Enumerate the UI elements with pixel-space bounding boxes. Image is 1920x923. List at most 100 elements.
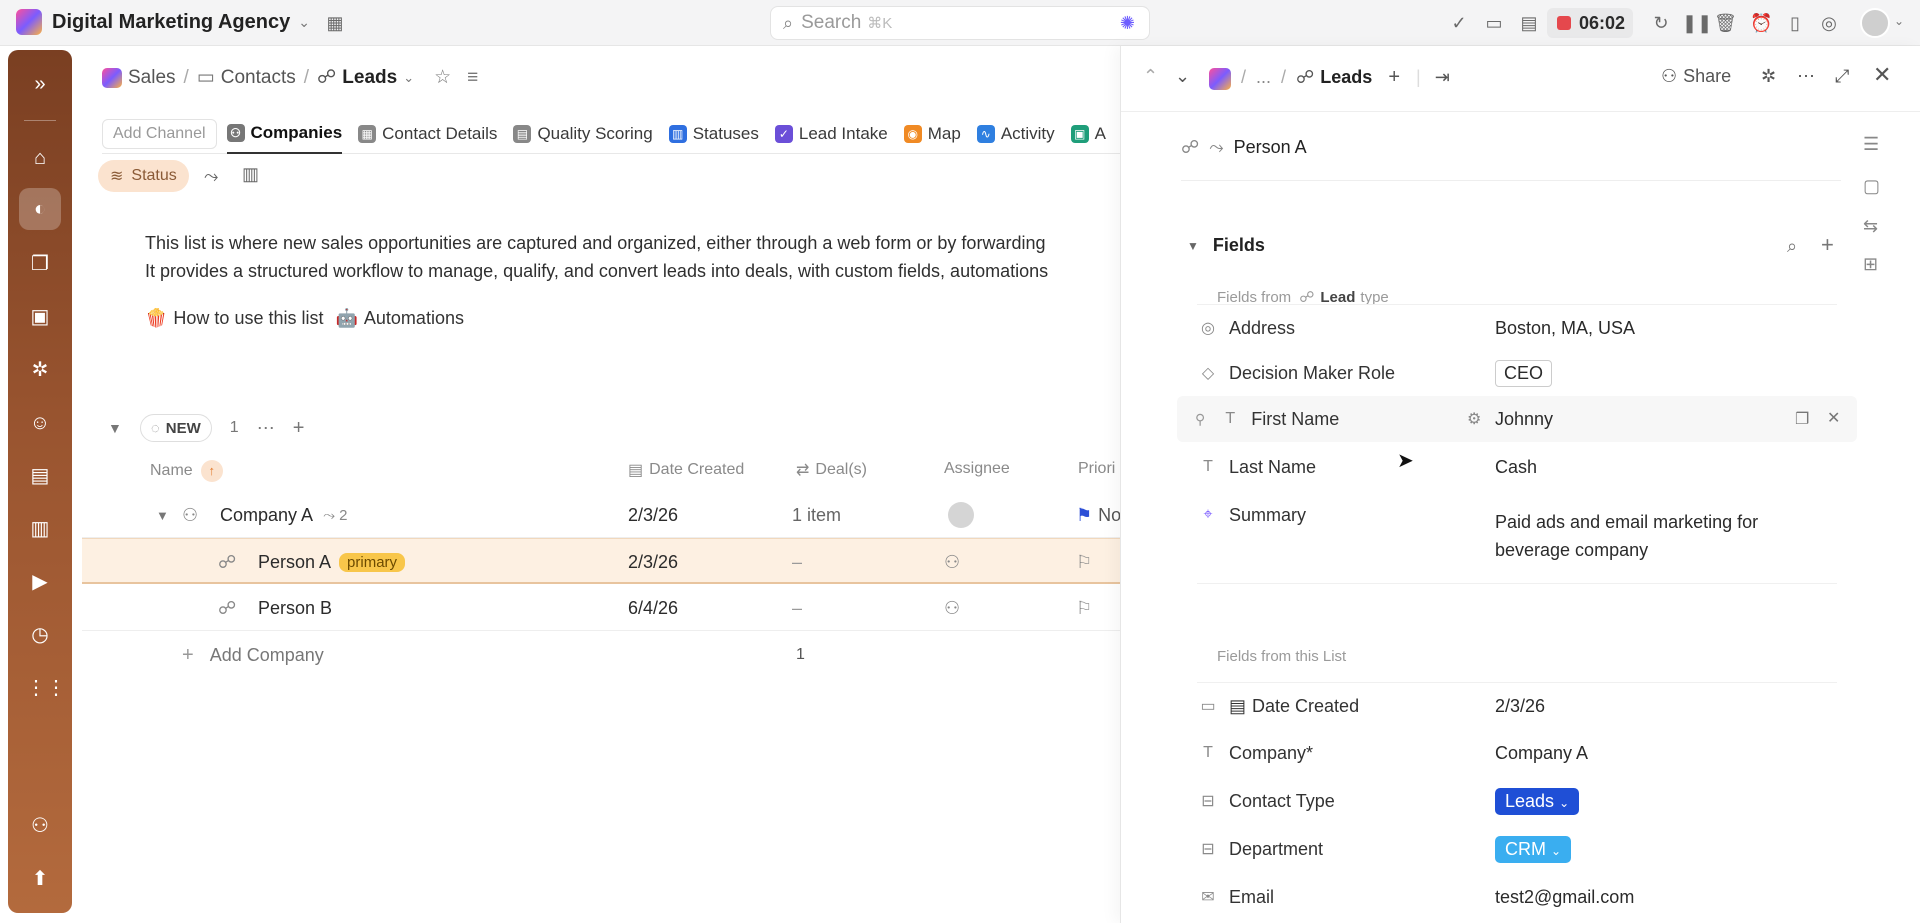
column-header-priority[interactable]: Priori bbox=[1078, 460, 1115, 478]
assign-user-icon[interactable]: ⚇ bbox=[944, 585, 960, 631]
breadcrumb-leads[interactable]: Leads bbox=[342, 67, 397, 89]
field-value[interactable]: Boston, MA, USA bbox=[1495, 305, 1635, 351]
field-value[interactable]: CEO bbox=[1495, 359, 1553, 387]
calendar-icon[interactable]: ▣ bbox=[26, 303, 54, 331]
add-icon[interactable]: + bbox=[1388, 66, 1400, 89]
automations-link[interactable]: Automations bbox=[364, 308, 464, 329]
apps-icon[interactable]: ◎ bbox=[1818, 12, 1840, 34]
status-filter-chip[interactable]: ≋ Status bbox=[98, 160, 189, 192]
chevron-down-icon[interactable]: ⌄ bbox=[1894, 14, 1904, 28]
tab-activity[interactable]: ∿ Activity bbox=[976, 114, 1055, 154]
field-company[interactable]: T Company* Company A bbox=[1197, 730, 1837, 776]
row-name[interactable]: Person B bbox=[258, 585, 332, 631]
chevron-down-icon[interactable]: ⌄ bbox=[403, 70, 414, 86]
document-icon[interactable]: ▤ bbox=[26, 462, 54, 490]
ai-brain-icon[interactable]: ✲ bbox=[26, 356, 54, 384]
field-date-created[interactable]: ▭ ▤ Date Created 2/3/26 bbox=[1197, 682, 1837, 728]
move-icon[interactable]: ⇥ bbox=[1435, 67, 1450, 88]
copy-icon[interactable]: ❐ bbox=[1795, 409, 1809, 429]
field-decision-maker-role[interactable]: ◇ Decision Maker Role CEO bbox=[1197, 350, 1837, 396]
tab-quality-scoring[interactable]: ▤ Quality Scoring bbox=[513, 114, 653, 154]
add-icon[interactable]: + bbox=[293, 417, 305, 440]
row-name[interactable]: Person A primary bbox=[258, 539, 406, 585]
share-button[interactable]: ⚇ Share bbox=[1661, 66, 1731, 87]
ai-icon[interactable]: ✲ bbox=[1761, 66, 1776, 87]
calendar-icon[interactable]: ▦ bbox=[324, 12, 346, 34]
sort-up-icon[interactable]: ↑ bbox=[200, 460, 223, 482]
expand-sidebar-icon[interactable]: » bbox=[26, 70, 54, 98]
search-icon[interactable]: ⌕ bbox=[1787, 236, 1797, 257]
table-row[interactable]: ☍ Person B 6/4/26 – ⚇ ⚐ bbox=[82, 585, 1122, 631]
add-channel-button[interactable]: Add Channel bbox=[102, 118, 217, 149]
chevron-down-icon[interactable]: ⌄ bbox=[1175, 66, 1190, 87]
chevron-up-icon[interactable]: ⌃ bbox=[1143, 66, 1158, 87]
department-pill[interactable]: CRM ⌄ bbox=[1495, 835, 1572, 863]
breadcrumb-leads[interactable]: Leads bbox=[1320, 67, 1372, 88]
field-email[interactable]: ✉ Email test2@gmail.com bbox=[1197, 874, 1837, 920]
columns-icon[interactable]: ▥ bbox=[242, 164, 259, 185]
deals-cell[interactable]: – bbox=[792, 585, 802, 631]
field-value[interactable]: Johnny bbox=[1495, 396, 1553, 442]
deals-cell[interactable]: 1 item bbox=[792, 492, 841, 538]
add-company-button[interactable]: + Add Company bbox=[182, 632, 324, 678]
field-last-name[interactable]: T Last Name Cash bbox=[1197, 444, 1837, 490]
workspace-switcher[interactable]: Digital Marketing Agency ⌄ bbox=[16, 9, 310, 35]
field-address[interactable]: ◎ Address Boston, MA, USA bbox=[1197, 304, 1837, 350]
home-icon[interactable]: ⌂ bbox=[26, 144, 54, 172]
planet-icon[interactable]: ◐ bbox=[26, 195, 54, 223]
field-value[interactable]: 2/3/26 bbox=[1495, 683, 1545, 729]
clock-icon[interactable]: ◷ bbox=[26, 621, 54, 649]
tab-contact-details[interactable]: ▦ Contact Details bbox=[358, 114, 497, 154]
flag-icon[interactable]: ⚐ bbox=[1076, 585, 1092, 631]
status-badge[interactable]: ◌ NEW bbox=[139, 414, 212, 442]
menu-lines-icon[interactable]: ≡ bbox=[467, 67, 478, 89]
field-value[interactable]: Cash bbox=[1495, 444, 1537, 490]
column-header-deals[interactable]: ⇄ Deal(s) bbox=[796, 460, 867, 480]
priority-cell[interactable]: ⚑ No bbox=[1076, 492, 1121, 538]
deals-cell[interactable]: – bbox=[792, 539, 802, 585]
more-dots-icon[interactable]: ⋯ bbox=[257, 418, 275, 439]
activity-icon[interactable]: ⇆ bbox=[1863, 216, 1878, 237]
expand-icon[interactable]: ⤢ bbox=[1835, 66, 1849, 87]
refresh-icon[interactable]: ↻ bbox=[1650, 12, 1672, 34]
pin-icon[interactable]: ⚲ bbox=[1195, 411, 1205, 428]
space-logo-icon[interactable] bbox=[1209, 68, 1231, 90]
people-icon[interactable]: ☺ bbox=[26, 409, 54, 437]
tab-companies[interactable]: ⚇ Companies bbox=[226, 114, 343, 154]
field-value[interactable]: Paid ads and email marketing for beverag… bbox=[1495, 508, 1758, 564]
dashboard-icon[interactable]: ▥ bbox=[26, 515, 54, 543]
close-icon[interactable]: ✕ bbox=[1873, 62, 1891, 88]
video-icon[interactable]: ▶ bbox=[26, 568, 54, 596]
ai-sparkle-icon[interactable]: ✺ bbox=[1120, 13, 1135, 34]
field-summary[interactable]: ⌖ Summary Paid ads and email marketing fo… bbox=[1197, 492, 1837, 584]
record-name[interactable]: Person A bbox=[1234, 137, 1307, 158]
search-input[interactable]: ⌕ Search ⌘K ✺ bbox=[770, 6, 1150, 40]
tab-lead-intake[interactable]: ✓ Lead Intake bbox=[774, 114, 888, 154]
apps-icon[interactable]: ⊞ bbox=[1863, 254, 1878, 275]
more-dots-icon[interactable]: ⋯ bbox=[1797, 66, 1815, 87]
inbox-icon[interactable]: ▭ bbox=[1483, 12, 1505, 34]
fields-section-header[interactable]: ▼ Fields bbox=[1187, 235, 1265, 256]
close-icon[interactable]: ✕ bbox=[1827, 408, 1840, 428]
date-cell[interactable]: 6/4/26 bbox=[628, 585, 678, 631]
timer[interactable]: 06:02 bbox=[1547, 8, 1633, 38]
pause-icon[interactable]: ❚❚ bbox=[1682, 12, 1712, 34]
field-department[interactable]: ⊟ Department CRM ⌄ bbox=[1197, 826, 1837, 872]
subtasks-icon[interactable]: ⤳ bbox=[204, 166, 218, 187]
how-to-link[interactable]: How to use this list bbox=[173, 308, 323, 329]
collapse-triangle-icon[interactable]: ▼ bbox=[108, 420, 122, 436]
flag-icon[interactable]: ⚐ bbox=[1076, 539, 1092, 585]
tab-map[interactable]: ◉ Map bbox=[903, 114, 961, 154]
breadcrumb-ellipsis[interactable]: ... bbox=[1256, 67, 1271, 88]
apps-grid-icon[interactable]: ⋮⋮ bbox=[26, 674, 66, 702]
column-header-assignee[interactable]: Assignee bbox=[944, 460, 1010, 478]
user-avatar[interactable] bbox=[1860, 8, 1890, 38]
date-cell[interactable]: 2/3/26 bbox=[628, 539, 678, 585]
field-first-name[interactable]: ⚲ T First Name ⚙ Johnny ❐ ✕ bbox=[1177, 396, 1857, 442]
document-icon[interactable]: ▯ bbox=[1784, 12, 1806, 34]
star-icon[interactable]: ☆ bbox=[434, 66, 451, 89]
clipboard-icon[interactable]: ▤ bbox=[1518, 12, 1540, 34]
table-row[interactable]: ▼ ⚇ Company A ⤳ 2 2/3/26 1 item ⚑ No bbox=[82, 492, 1122, 538]
trash-icon[interactable]: 🗑 bbox=[1714, 12, 1737, 34]
tab-statuses[interactable]: ▥ Statuses bbox=[668, 114, 759, 154]
